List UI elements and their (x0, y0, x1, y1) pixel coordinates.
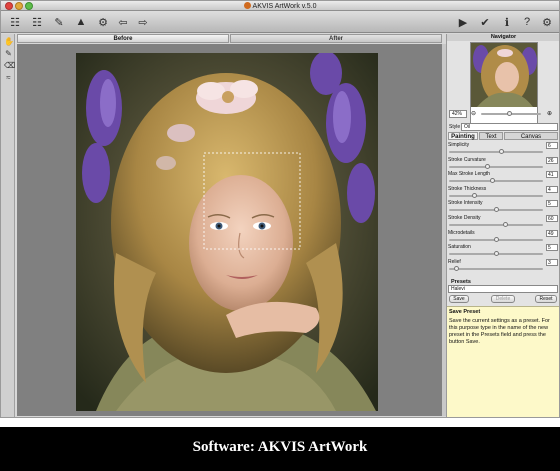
param-row: Stroke Intensity 5 (447, 200, 559, 214)
zoom-in-icon[interactable]: ⊕ (547, 110, 552, 117)
portrait-photo (76, 53, 378, 411)
undo-icon[interactable]: ⇦ (115, 14, 131, 30)
info-icon[interactable]: ℹ (499, 14, 515, 30)
help-icon[interactable]: ? (519, 14, 535, 30)
print-icon[interactable]: ✎ (51, 14, 67, 30)
param-value-field[interactable]: 6 (546, 142, 558, 149)
style-label: Style (449, 124, 461, 130)
save-preset-button[interactable]: Save (449, 295, 469, 303)
settings-tabs: Painting Text Canvas (447, 132, 559, 140)
save-icon[interactable]: ☷ (29, 14, 45, 30)
caption-banner: Software: AKVIS ArtWork (0, 427, 560, 471)
window-title: AKVIS ArtWork v.5.0 (1, 2, 559, 10)
param-slider-knob[interactable] (494, 251, 499, 257)
help-panel: Save Preset Save the current settings as… (447, 306, 559, 417)
zoom-level-field[interactable]: 42% (449, 110, 467, 118)
zoom-slider-knob[interactable] (507, 111, 512, 116)
help-title: Save Preset (449, 309, 481, 315)
reset-preset-button[interactable]: Reset (535, 295, 557, 303)
title-bar: AKVIS ArtWork v.5.0 (1, 1, 559, 11)
stroke-tool-icon[interactable]: ≈ (4, 73, 13, 82)
param-slider[interactable] (449, 224, 543, 226)
param-label: Relief (448, 258, 461, 265)
navigator-preview-image (471, 43, 537, 107)
tool-palette: ✋ ✎ ⌫ ≈ (1, 34, 15, 417)
toolbar: ☷ ☷ ✎ ▲ ⚙ ⇦ ⇨ ▶ ✔ ℹ ? ⚙ (1, 11, 559, 33)
tab-before[interactable]: Before (17, 34, 229, 43)
param-row: Stroke Density 60 (447, 215, 559, 229)
param-row: Max Stroke Length 41 (447, 171, 559, 185)
param-slider-knob[interactable] (453, 265, 459, 271)
style-select[interactable]: Oil (461, 123, 558, 131)
param-value-field[interactable]: 4 (546, 185, 558, 193)
brush-tool-icon[interactable]: ✎ (4, 49, 13, 58)
tab-canvas[interactable]: Canvas (504, 132, 558, 140)
param-slider-knob[interactable] (485, 163, 490, 169)
param-slider-knob[interactable] (498, 149, 504, 154)
presets-field[interactable]: Halevi (448, 285, 558, 293)
open-icon[interactable]: ☷ (7, 14, 23, 30)
param-value-field[interactable]: 5 (546, 244, 558, 252)
param-slider-knob[interactable] (489, 178, 495, 184)
param-label: Stroke Thickness (448, 185, 487, 192)
share-icon[interactable]: ▲ (73, 14, 89, 30)
param-label: Stroke Curvature (448, 156, 486, 163)
param-value-field[interactable]: 5 (546, 200, 558, 208)
param-value-field[interactable]: 49 (546, 229, 558, 237)
eraser-tool-icon[interactable]: ⌫ (4, 61, 15, 70)
param-row: Stroke Curvature 26 (447, 156, 559, 171)
param-label: Saturation (448, 244, 471, 251)
param-slider[interactable] (449, 267, 543, 270)
image-canvas[interactable] (17, 44, 442, 416)
delete-preset-button[interactable]: Delete (491, 295, 515, 303)
portrait-illustration (76, 53, 378, 411)
param-slider[interactable] (449, 180, 543, 183)
style-row: Style Oil (447, 123, 559, 132)
param-slider-knob[interactable] (494, 207, 499, 213)
param-row: Microdetails 49 (447, 229, 559, 244)
run-icon[interactable]: ▶ (455, 14, 471, 30)
akvis-logo-icon (243, 2, 251, 9)
navigator-header: Navigator (447, 34, 559, 41)
tab-text[interactable]: Text (479, 132, 503, 140)
param-row: Relief 3 (447, 258, 559, 273)
param-slider-knob[interactable] (471, 192, 477, 198)
param-label: Simplicity (448, 142, 470, 148)
param-label: Stroke Intensity (448, 200, 483, 207)
zoom-out-icon[interactable]: ⊖ (471, 110, 476, 117)
plugin-icon[interactable]: ⚙ (95, 14, 111, 30)
param-value-field[interactable]: 3 (546, 258, 558, 266)
help-text: Save the current settings as a preset. F… (449, 318, 550, 345)
param-slider-knob[interactable] (494, 236, 499, 242)
settings-icon[interactable]: ⚙ (539, 14, 555, 30)
param-row: Stroke Thickness 4 (447, 185, 559, 200)
param-slider[interactable] (449, 194, 543, 197)
redo-icon[interactable]: ⇨ (135, 14, 151, 30)
param-label: Max Stroke Length (448, 171, 490, 178)
param-value-field[interactable]: 41 (546, 171, 558, 179)
param-slider[interactable] (449, 165, 543, 168)
settings-panel: Navigator 42% ⊖ ⊕ Style Oil Painting Tex… (446, 34, 559, 417)
param-value-field[interactable]: 60 (546, 215, 558, 222)
tab-painting[interactable]: Painting (448, 132, 478, 140)
app-window: AKVIS ArtWork v.5.0 ☷ ☷ ✎ ▲ ⚙ ⇦ ⇨ ▶ ✔ ℹ … (0, 0, 560, 418)
apply-icon[interactable]: ✔ (477, 14, 493, 30)
param-value-field[interactable]: 26 (546, 156, 558, 164)
tab-after[interactable]: After (230, 34, 442, 43)
param-row: Simplicity 6 (447, 142, 559, 156)
param-label: Microdetails (448, 229, 475, 236)
param-row: Saturation 5 (447, 244, 559, 258)
param-slider[interactable] (449, 151, 543, 153)
hand-tool-icon[interactable]: ✋ (4, 37, 14, 46)
param-slider-knob[interactable] (503, 222, 508, 227)
zoom-row: 42% ⊖ ⊕ (447, 108, 559, 120)
param-label: Stroke Density (448, 215, 481, 221)
